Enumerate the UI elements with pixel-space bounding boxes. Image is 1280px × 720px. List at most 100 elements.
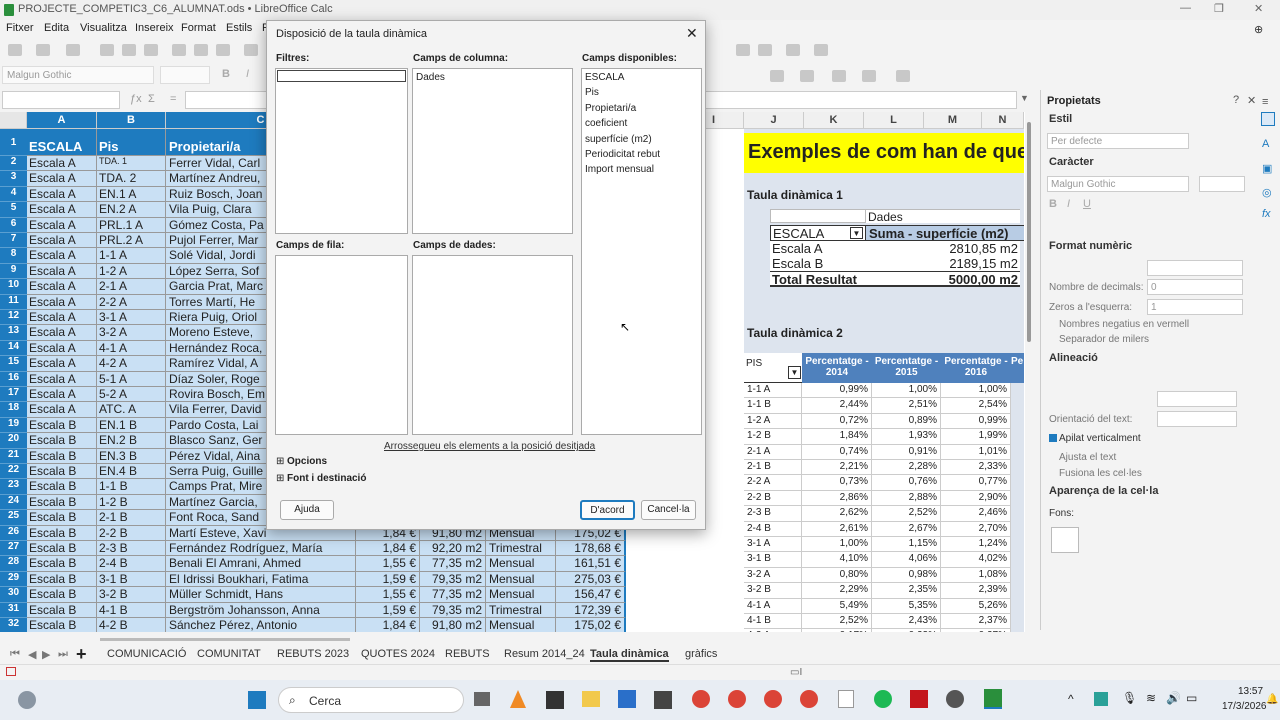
notification-icon[interactable]: 🔔	[1266, 694, 1278, 705]
chrome-icon[interactable]	[764, 690, 782, 708]
row-header[interactable]: 21	[0, 448, 27, 464]
cut-icon[interactable]	[172, 44, 186, 56]
cell-pis[interactable]: 2-1 B	[97, 510, 166, 526]
cell-pis[interactable]: 2-1 A	[97, 279, 166, 295]
pivot2-pis-header[interactable]: PIS ▼	[744, 353, 802, 383]
cell-quota[interactable]: 1,55 €	[356, 587, 420, 603]
cell-pis[interactable]: 2-3 B	[97, 541, 166, 557]
available-field-item[interactable]: superfície (m2)	[585, 134, 652, 145]
cell-superficie[interactable]: 92,20 m2	[420, 541, 486, 557]
taskbar-search[interactable]: ⌕ Cerca	[278, 687, 464, 713]
prev-sheet-icon[interactable]: ◀	[28, 648, 36, 661]
sheet-tab[interactable]: COMUNITAT	[197, 648, 261, 660]
row-header[interactable]: 28	[0, 556, 27, 572]
opcions-expander[interactable]: Opcions	[287, 456, 327, 467]
spotify-icon[interactable]	[874, 690, 892, 708]
pivot2-row-label[interactable]: 1-1 B	[744, 398, 802, 414]
sheet-tab[interactable]: REBUTS 2023	[277, 648, 349, 660]
row-header[interactable]: 13	[0, 325, 27, 341]
cell-import[interactable]: 172,39 €	[556, 602, 626, 618]
cell-pis[interactable]: 3-2 A	[97, 325, 166, 341]
available-field-item[interactable]: Periodicitat rebut	[585, 149, 660, 160]
thousands-checkbox-label[interactable]: Separador de milers	[1059, 334, 1149, 345]
cell-import[interactable]: 178,68 €	[556, 541, 626, 557]
column-fields-area[interactable]: Dades	[412, 68, 573, 234]
pivot2-col-header[interactable]: Percentatge - 2016	[941, 353, 1011, 383]
row-header[interactable]: 16	[0, 371, 27, 387]
pivot2-cell[interactable]: 0,99%	[941, 413, 1011, 430]
pivot2-cell[interactable]: 0,23%	[872, 629, 941, 632]
row-header[interactable]: 23	[0, 479, 27, 495]
pivot2-cell[interactable]: 0,27%	[941, 629, 1011, 632]
pivot1-title[interactable]: Taula dinàmica 1	[747, 188, 843, 202]
cell-superficie[interactable]: 91,80 m2	[420, 618, 486, 632]
pivot2-cell[interactable]: 5,26%	[941, 598, 1011, 614]
border-color-icon[interactable]	[832, 70, 846, 82]
obs-icon[interactable]	[946, 690, 964, 708]
cell-pis[interactable]: 5-2 A	[97, 387, 166, 403]
gallery-deck-icon[interactable]: ▣	[1262, 162, 1272, 175]
clock-date[interactable]: 17/3/2026	[1222, 701, 1267, 712]
font-size-box[interactable]	[160, 66, 210, 84]
sheet-tab[interactable]: REBUTS	[445, 648, 490, 660]
cell-escala[interactable]: Escala B	[27, 494, 97, 511]
pivot2-col-header[interactable]: Percentatge - 2015	[872, 353, 941, 383]
pivot2-row-label[interactable]: 2-1 A	[744, 444, 802, 460]
cell-propietari[interactable]: Bergström Johansson, Anna	[166, 602, 356, 618]
cell-escala[interactable]: Escala A	[27, 310, 97, 326]
sidebar-italic-icon[interactable]: I	[1067, 198, 1070, 210]
stacked-checkbox[interactable]	[1049, 434, 1057, 442]
pivot2-filter-dropdown-icon[interactable]: ▼	[788, 366, 801, 379]
row-header[interactable]: 5	[0, 202, 27, 218]
row-fields-area[interactable]	[275, 255, 408, 435]
pivot2-row-label[interactable]: 2-2 A	[744, 475, 802, 491]
cell-escala[interactable]: Escala A	[27, 356, 97, 372]
globe-icon[interactable]: ⊕	[1254, 23, 1263, 36]
cell-pis[interactable]: 2-2 A	[97, 294, 166, 310]
pivot2-cell[interactable]: 0,17%	[802, 629, 872, 632]
header-cell-pis[interactable]: Pis	[97, 129, 166, 156]
cell-superficie[interactable]: 77,35 m2	[420, 587, 486, 603]
cell-escala[interactable]: Escala B	[27, 479, 97, 495]
pivot2-row-label[interactable]: 3-1 B	[744, 552, 802, 568]
pivot2-cell[interactable]: 1,15%	[872, 537, 941, 553]
explorer-icon[interactable]	[582, 691, 600, 707]
pivot2-cell[interactable]: 2,54%	[941, 398, 1011, 414]
pivot2-cell[interactable]: 4,06%	[872, 552, 941, 568]
cell-pis[interactable]: 2-2 B	[97, 525, 166, 541]
sidebar-font-select[interactable]: Malgun Gothic	[1047, 176, 1189, 192]
pivot1-row-label[interactable]: Escala A	[770, 241, 866, 256]
pivot2-row-label[interactable]: 1-1 A	[744, 383, 802, 399]
pivot1-total-value[interactable]: 5000,00 m2	[866, 271, 1020, 287]
cell-propietari[interactable]: Sánchez Pérez, Antonio	[166, 618, 356, 632]
cell-pis[interactable]: 1-1 B	[97, 479, 166, 495]
sheet-tab-active[interactable]: Taula dinàmica	[590, 648, 669, 662]
clock-time[interactable]: 13:57	[1238, 686, 1263, 697]
cell-escala[interactable]: Escala B	[27, 587, 97, 603]
cell-import[interactable]: 275,03 €	[556, 571, 626, 588]
available-field-item[interactable]: coeficient	[585, 118, 627, 129]
pivot1-sum-header[interactable]: Suma - superfície (m2)	[866, 225, 1024, 241]
border-style-icon[interactable]	[800, 70, 814, 82]
pivot2-row-label[interactable]: 1-2 A	[744, 413, 802, 430]
header-cell-escala[interactable]: ESCALA	[27, 129, 97, 156]
ok-button[interactable]: D'acord	[580, 500, 635, 520]
pivot2-cell[interactable]: 2,28%	[872, 460, 941, 476]
next-sheet-icon[interactable]: ▶	[42, 648, 50, 661]
cell-quota[interactable]: 1,59 €	[356, 602, 420, 618]
cell-periodicitat[interactable]: Mensual	[486, 587, 556, 603]
pivot2-row-label[interactable]: 3-2 A	[744, 567, 802, 584]
libreoffice-calc-taskbar-icon[interactable]	[984, 689, 1002, 709]
help-button[interactable]: Ajuda	[280, 500, 334, 520]
row-header[interactable]: 31	[0, 602, 27, 618]
pivot2-row-label[interactable]: 2-2 B	[744, 490, 802, 507]
close-sidebar-icon[interactable]: ✕	[1247, 94, 1256, 107]
background-color-picker[interactable]	[1051, 527, 1079, 553]
row-header[interactable]: 32	[0, 618, 27, 632]
cell-escala[interactable]: Escala A	[27, 248, 97, 264]
cell-pis[interactable]: 4-2 A	[97, 356, 166, 372]
pivot2-cell[interactable]: 2,52%	[872, 506, 941, 522]
cell-propietari[interactable]: Benali El Amrani, Ahmed	[166, 556, 356, 572]
filters-drop-slot[interactable]	[277, 70, 406, 82]
close-window-icon[interactable]: ✕	[1254, 2, 1263, 15]
